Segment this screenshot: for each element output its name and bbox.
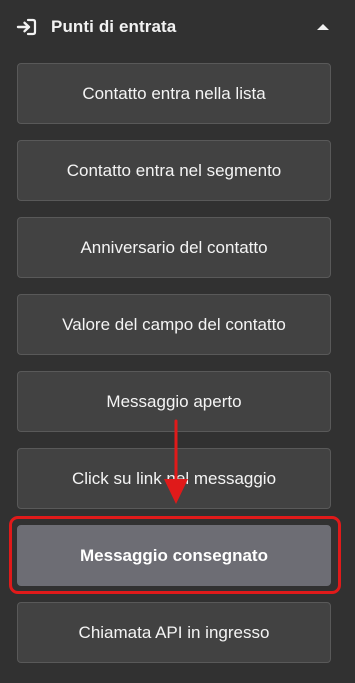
entry-point-contact-joins-list[interactable]: Contatto entra nella lista: [17, 63, 331, 124]
entry-points-panel: Punti di entrata Contatto entra nella li…: [0, 0, 355, 683]
entry-point-message-opened[interactable]: Messaggio aperto: [17, 371, 331, 432]
enter-arrow-icon: [16, 18, 37, 36]
entry-point-contact-joins-segment[interactable]: Contatto entra nel segmento: [17, 140, 331, 201]
caret-up-icon[interactable]: [312, 18, 334, 36]
entry-point-contact-anniversary[interactable]: Anniversario del contatto: [17, 217, 331, 278]
panel-title: Punti di entrata: [51, 17, 177, 36]
entry-point-message-delivered[interactable]: Messaggio consegnato: [17, 525, 331, 586]
entry-point-contact-field-value[interactable]: Valore del campo del contatto: [17, 294, 331, 355]
entry-point-label: Valore del campo del contatto: [62, 314, 286, 334]
entry-point-label: Messaggio consegnato: [80, 545, 268, 565]
entry-point-label: Contatto entra nella lista: [82, 83, 266, 103]
entry-point-incoming-api-call[interactable]: Chiamata API in ingresso: [17, 602, 331, 663]
entry-point-label: Click su link nel messaggio: [71, 468, 277, 488]
entry-point-label: Messaggio aperto: [106, 391, 242, 411]
entry-point-label: Chiamata API in ingresso: [78, 622, 270, 642]
entry-points-header[interactable]: Punti di entrata: [0, 0, 355, 56]
entry-point-label: Anniversario del contatto: [80, 237, 268, 257]
entry-point-label: Contatto entra nel segmento: [66, 160, 282, 180]
entry-point-link-clicked[interactable]: Click su link nel messaggio: [17, 448, 331, 509]
